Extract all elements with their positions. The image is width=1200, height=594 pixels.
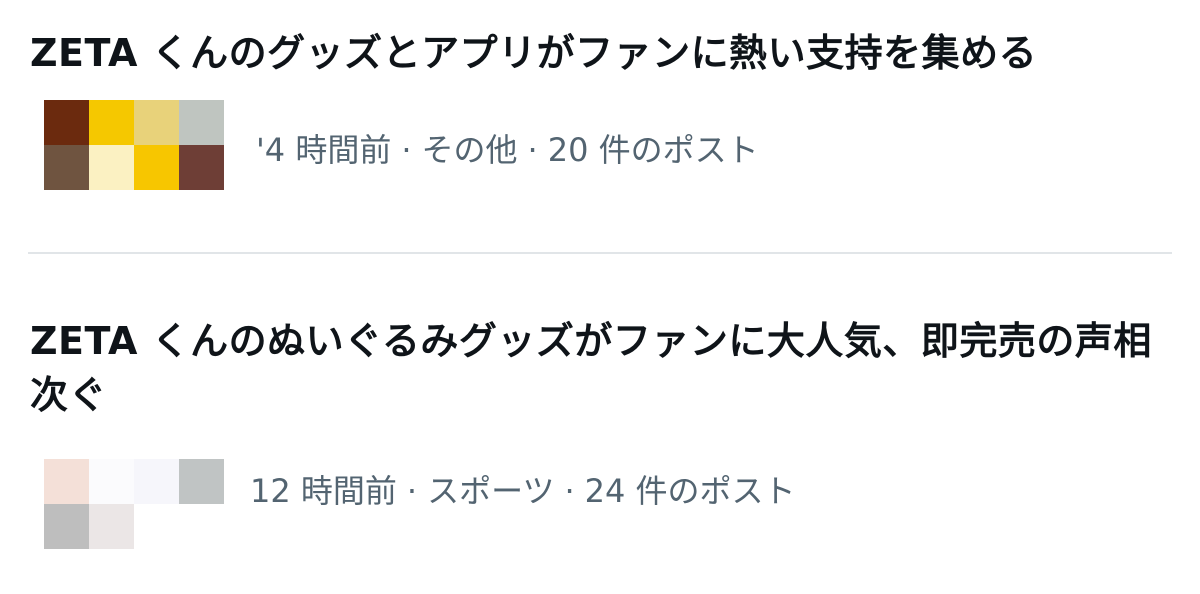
meta-separator: ·: [406, 472, 418, 510]
trend-category: スポーツ: [427, 472, 555, 510]
thumbnail-cell: [179, 504, 224, 549]
trend-thumbnail[interactable]: [44, 100, 224, 190]
trend-time: 12 時間前: [250, 472, 397, 510]
thumbnail-cell: [179, 100, 224, 145]
trend-thumbnail[interactable]: [44, 459, 224, 549]
thumbnail-cell: [44, 100, 89, 145]
thumbnail-cell: [134, 100, 179, 145]
thumbnail-cell: [89, 145, 134, 190]
thumbnail-cell: [44, 504, 89, 549]
trend-post-count: 24 件のポスト: [584, 472, 796, 510]
thumbnail-cell: [89, 459, 134, 504]
trend-time: '4 時間前: [256, 131, 392, 169]
meta-separator: ·: [564, 472, 575, 510]
thumbnail-cell: [179, 459, 224, 504]
meta-separator: ·: [401, 131, 412, 169]
trend-category: その他: [421, 131, 518, 169]
trend-meta: 12 時間前 · スポーツ · 24 件のポスト: [250, 471, 796, 511]
trend-meta: '4 時間前 · その他 · 20 件のポスト: [256, 130, 759, 170]
thumbnail-cell: [134, 504, 179, 549]
trend-title[interactable]: ZETA くんのグッズとアプリがファンに熱い支持を集める: [30, 26, 1170, 80]
thumbnail-cell: [179, 145, 224, 190]
thumbnail-cell: [44, 145, 89, 190]
thumbnail-cell: [44, 459, 89, 504]
trend-feed: '4 時間前 · その他 · 20 件のポスト ZETA くんのグッズとアプリがファンに…: [0, 0, 1200, 594]
trend-title[interactable]: ZETA くんのぬいぐるみグッズがファンに大人気、即完売の声相次ぐ: [30, 314, 1170, 422]
thumbnail-cell: [134, 145, 179, 190]
meta-separator: ·: [527, 131, 538, 169]
trend-post-count: 20 件のポスト: [547, 131, 759, 169]
thumbnail-cell: [134, 459, 179, 504]
thumbnail-cell: [89, 100, 134, 145]
thumbnail-cell: [89, 504, 134, 549]
